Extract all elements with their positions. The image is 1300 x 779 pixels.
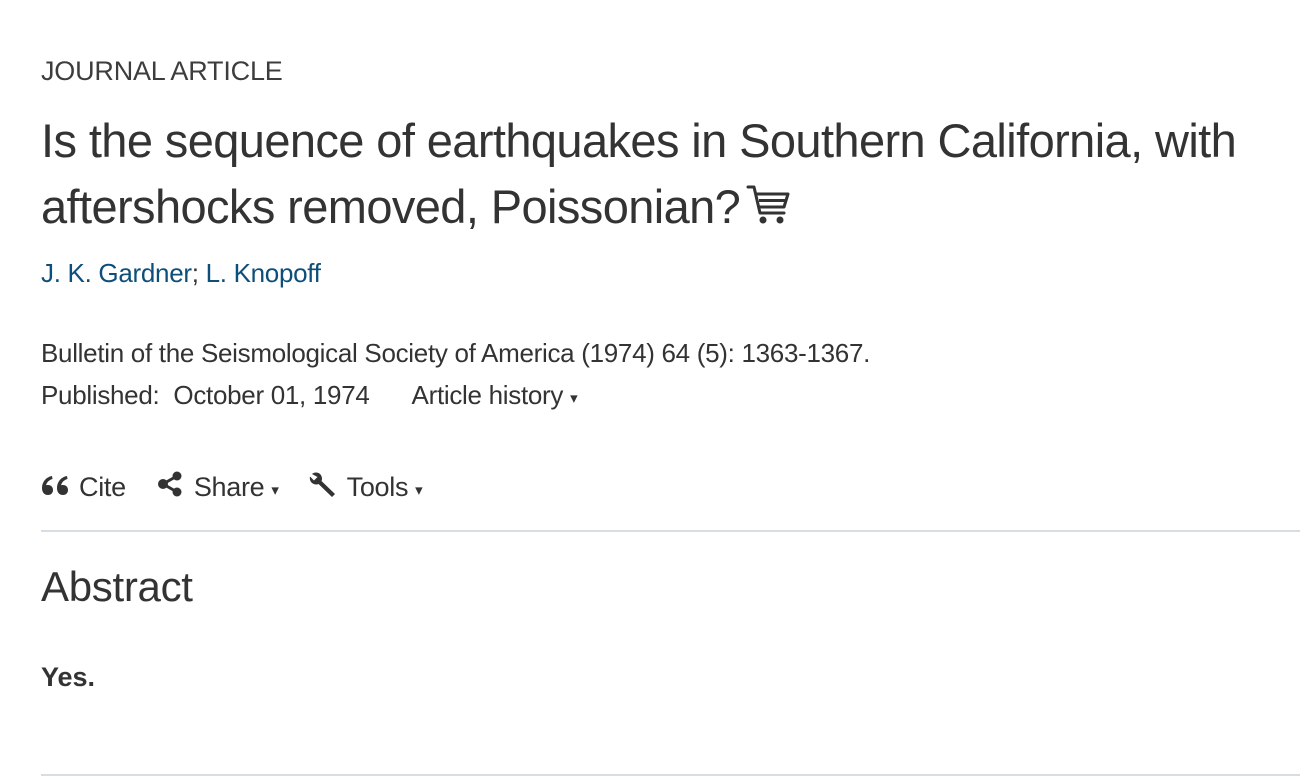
author-link[interactable]: L. Knopoff xyxy=(206,258,321,288)
shopping-cart-icon[interactable] xyxy=(746,178,792,244)
abstract-heading: Abstract xyxy=(41,563,193,610)
article-title-text: Is the sequence of earthquakes in Southe… xyxy=(41,114,1237,233)
author-separator: ; xyxy=(191,258,199,288)
article-toolbar: Cite Share ▾ Tools ▾ xyxy=(41,470,452,505)
cite-label: Cite xyxy=(79,472,126,502)
chevron-down-icon: ▾ xyxy=(415,481,423,499)
article-type-label: JOURNAL ARTICLE xyxy=(41,56,283,86)
author-list: J. K. Gardner; L. Knopoff xyxy=(41,258,321,289)
article-history-toggle[interactable]: Article history ▾ xyxy=(412,380,578,411)
chevron-down-icon: ▾ xyxy=(570,389,578,407)
section-divider xyxy=(41,774,1300,776)
quote-icon xyxy=(41,472,69,503)
abstract-text: Yes. xyxy=(41,662,96,692)
share-icon xyxy=(156,470,184,505)
article-history-label: Article history xyxy=(411,380,564,410)
section-divider xyxy=(41,530,1300,532)
article-title: Is the sequence of earthquakes in Southe… xyxy=(41,108,1291,244)
published-label: Published: xyxy=(41,380,160,410)
article-page: JOURNAL ARTICLE Is the sequence of earth… xyxy=(0,0,1300,779)
citation-line: Bulletin of the Seismological Society of… xyxy=(41,338,871,368)
wrench-icon xyxy=(309,470,337,505)
chevron-down-icon: ▾ xyxy=(271,481,279,499)
published-line: Published: October 01, 1974 Article hist… xyxy=(41,380,578,411)
share-button[interactable]: Share ▾ xyxy=(156,470,279,505)
published-date: October 01, 1974 xyxy=(173,380,370,410)
tools-label: Tools xyxy=(346,472,409,502)
share-label: Share xyxy=(193,472,265,502)
tools-button[interactable]: Tools ▾ xyxy=(309,470,423,505)
cite-button[interactable]: Cite xyxy=(41,472,126,503)
author-link[interactable]: J. K. Gardner xyxy=(41,258,192,288)
